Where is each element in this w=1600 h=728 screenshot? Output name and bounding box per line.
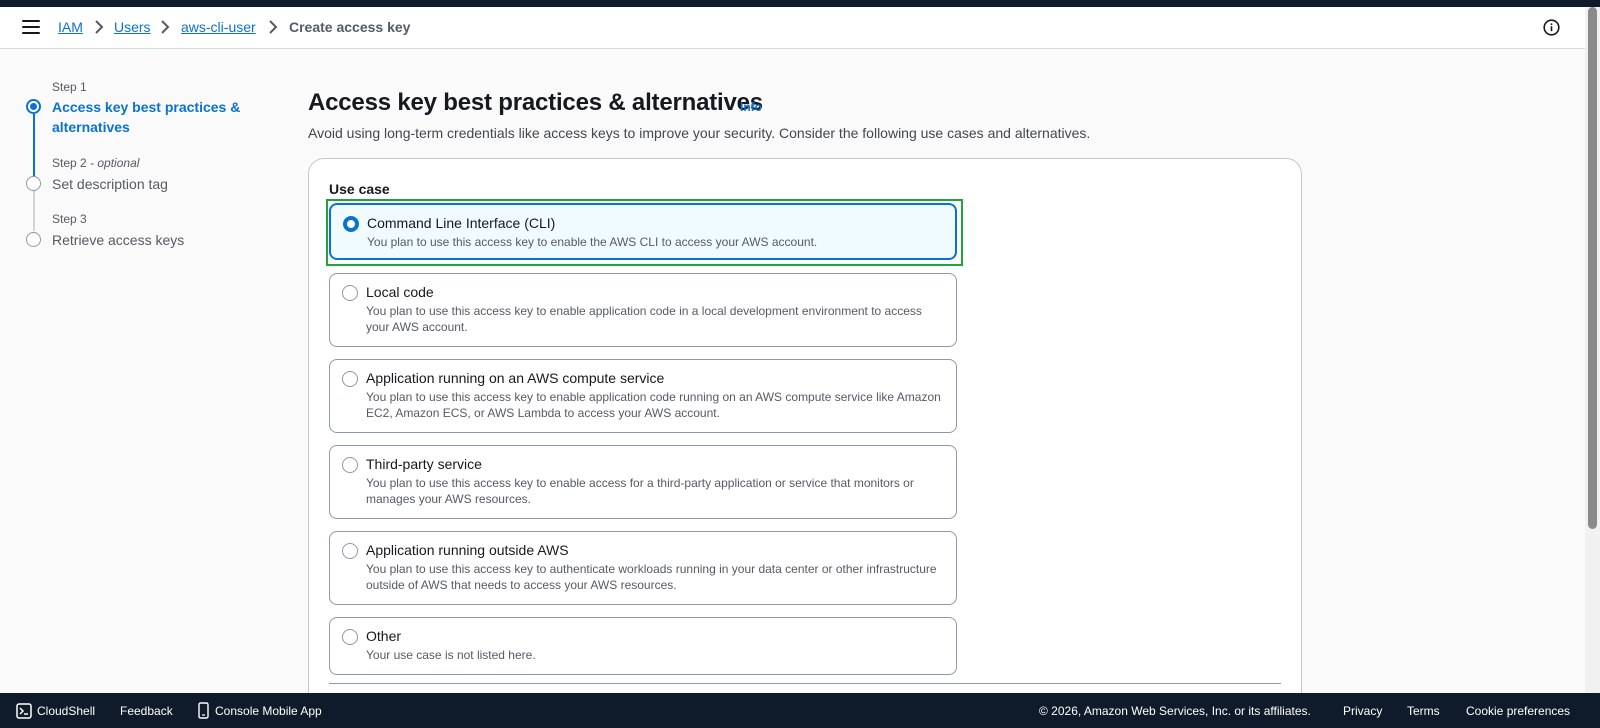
option-description: You plan to use this access key to enabl… [366, 304, 922, 334]
feedback-link[interactable]: Feedback [120, 704, 173, 718]
option-outside-aws[interactable]: Application running outside AWS You plan… [329, 531, 957, 605]
option-description: Your use case is not listed here. [366, 648, 536, 662]
step-connector [33, 191, 35, 231]
top-header: IAM Users aws-cli-user Create access key [0, 7, 1585, 49]
step-1-indicator [26, 99, 41, 114]
terms-link[interactable]: Terms [1407, 704, 1440, 718]
radio-button[interactable] [342, 629, 358, 645]
breadcrumb-user[interactable]: aws-cli-user [181, 19, 256, 35]
info-link[interactable]: Info [740, 100, 762, 114]
option-description: You plan to use this access key to enabl… [366, 390, 941, 420]
use-case-container: Use case Command Line Interface (CLI) Yo… [308, 158, 1302, 718]
step-1-title[interactable]: Access key best practices & alternatives [52, 97, 240, 137]
page-description: Avoid using long-term credentials like a… [308, 125, 1091, 141]
option-aws-compute[interactable]: Application running on an AWS compute se… [329, 359, 957, 433]
step-3-title: Retrieve access keys [52, 232, 185, 248]
scrollbar-thumb[interactable] [1588, 7, 1597, 529]
option-description: You plan to use this access key to enabl… [367, 235, 818, 249]
chevron-right-icon [269, 20, 278, 34]
breadcrumb-current: Create access key [289, 19, 411, 35]
mobile-app-link[interactable]: Console Mobile App [215, 704, 322, 718]
radio-button[interactable] [342, 457, 358, 473]
use-case-label: Use case [329, 181, 390, 197]
menu-icon[interactable] [22, 20, 40, 34]
divider [329, 683, 1281, 684]
step-2-indicator [26, 176, 41, 191]
console-footer: CloudShell Feedback Console Mobile App ©… [0, 693, 1600, 728]
step-2-label: Step 2 - optional [52, 156, 140, 170]
step-3-label: Step 3 [52, 212, 87, 226]
step-2-title: Set description tag [52, 176, 168, 192]
step-1-label: Step 1 [52, 80, 87, 94]
option-title: Application running outside AWS [366, 542, 569, 558]
copyright: © 2026, Amazon Web Services, Inc. or its… [1039, 704, 1311, 718]
option-title: Local code [366, 284, 434, 300]
scrollbar[interactable] [1585, 7, 1600, 693]
option-third-party[interactable]: Third-party service You plan to use this… [329, 445, 957, 519]
radio-button[interactable] [342, 371, 358, 387]
option-description: You plan to use this access key to enabl… [366, 476, 914, 506]
page-title: Access key best practices & alternatives [308, 89, 763, 116]
option-title: Application running on an AWS compute se… [366, 370, 665, 386]
radio-button[interactable] [342, 285, 358, 301]
chevron-right-icon [95, 20, 104, 34]
info-icon[interactable] [1543, 19, 1560, 36]
cloudshell-link[interactable]: CloudShell [37, 704, 95, 718]
option-local-code[interactable]: Local code You plan to use this access k… [329, 273, 957, 347]
option-description: You plan to use this access key to authe… [366, 562, 937, 592]
breadcrumb-iam[interactable]: IAM [58, 19, 83, 35]
option-title: Other [366, 628, 402, 644]
chevron-right-icon [161, 20, 170, 34]
option-cli[interactable]: Command Line Interface (CLI) You plan to… [329, 203, 957, 260]
top-strip [0, 0, 1600, 7]
cloudshell-icon[interactable] [16, 703, 32, 719]
option-title: Third-party service [366, 456, 482, 472]
mobile-phone-icon[interactable] [197, 702, 211, 719]
option-title: Command Line Interface (CLI) [367, 215, 556, 231]
privacy-link[interactable]: Privacy [1343, 704, 1382, 718]
step-3-indicator [26, 232, 41, 247]
radio-button[interactable] [342, 543, 358, 559]
breadcrumb-users[interactable]: Users [114, 19, 151, 35]
option-other[interactable]: Other Your use case is not listed here. [329, 617, 957, 675]
cookie-preferences-link[interactable]: Cookie preferences [1466, 704, 1570, 718]
radio-button[interactable] [343, 216, 359, 232]
